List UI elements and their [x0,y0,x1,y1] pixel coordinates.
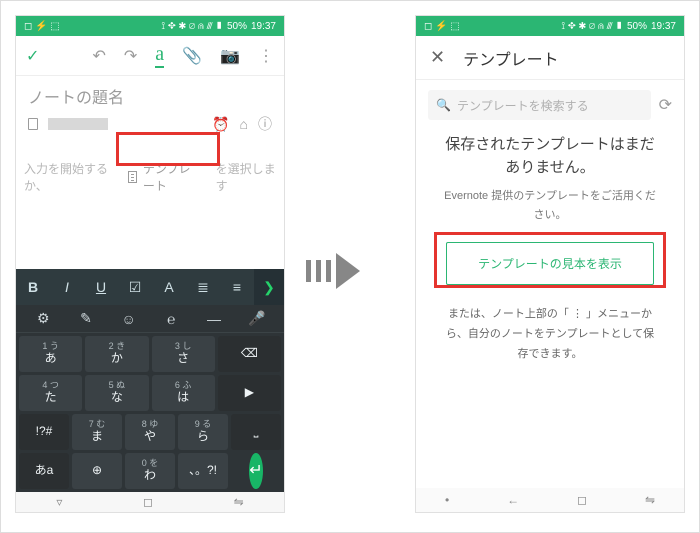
kbd-tool-mic[interactable]: 🎤 [235,310,278,327]
template-icon [128,171,137,183]
fmt-bullets[interactable]: ≣ [186,279,220,296]
search-icon: 🔍 [436,98,451,112]
more-icon[interactable]: ⋮ [258,46,274,66]
status-bar: ◻ ⚡ ⬚ ⟟ ✥ ✱ ⌀ ⋒ ⫻ ▮ 50% 19:37 [16,16,284,36]
fmt-underline[interactable]: U [84,279,118,295]
nav-back[interactable]: ← [507,493,519,507]
key-wa[interactable]: 0 をわ [125,453,175,489]
key-symbols[interactable]: !?# [19,414,69,450]
android-navbar: ▿ ◻ ⇋ [16,492,284,512]
kbd-rows: 1 うあ 2 きか 3 しさ ⌫ 4 つた 5 ぬな 6 ふは ▶ !?# 7 … [16,333,284,492]
kbd-tool-stylus[interactable]: ✎ [65,310,108,327]
key-globe[interactable]: ⊕ [72,453,122,489]
confirm-icon[interactable]: ✓ [26,46,39,66]
nav-recents[interactable]: ⇋ [234,495,244,509]
empty-state: 保存されたテンプレートはまだありません。 Evernote 提供のテンプレートを… [416,130,684,228]
hint-text: または、ノート上部の「 ⋮ 」メニューから、自分のノートをテンプレートとして保存… [416,299,684,370]
kbd-tool-predict[interactable]: ℮ [150,311,193,327]
key-enter[interactable]: ↵ [249,453,262,489]
tag-icon[interactable]: ⌂ [240,116,248,132]
status-bar: ◻ ⚡ ⬚ ⟟ ✥ ✱ ⌀ ⋒ ⫻ ▮ 50% 19:37 [416,16,684,36]
key-ka[interactable]: 2 きか [85,336,148,372]
status-left-icons: ◻ ⚡ ⬚ [424,21,460,32]
key-na[interactable]: 5 ぬな [85,375,148,411]
notebook-name-placeholder [48,118,108,130]
text-style-icon[interactable]: a [155,44,164,68]
redo-icon[interactable]: ↷ [124,46,137,66]
status-left-icons: ◻ ⚡ ⬚ [24,21,60,32]
format-bar: B I U ☑ A ≣ ≡ ❯ [16,269,284,305]
fmt-font[interactable]: A [152,279,186,295]
kbd-tool-settings[interactable]: ⚙ [22,310,65,327]
reminder-icon[interactable]: ⏰ [212,116,229,133]
key-mode[interactable]: あa [19,453,69,489]
android-navbar: • ← ◻ ⇋ [416,488,684,512]
fmt-checklist[interactable]: ☑ [118,279,152,296]
status-time: 19:37 [251,21,276,32]
phone-templates: ◻ ⚡ ⬚ ⟟ ✥ ✱ ⌀ ⋒ ⫻ ▮ 50% 19:37 ✕ テンプレート 🔍… [415,15,685,513]
templates-title: テンプレート [463,46,559,70]
status-battery: 50% [227,21,247,32]
template-chip[interactable]: テンプレート [120,156,209,198]
kbd-toolrow: ⚙ ✎ ☺ ℮ — 🎤 [16,305,284,333]
key-ha[interactable]: 6 ふは [152,375,215,411]
body-prefix: 入力を開始するか、 [24,160,114,194]
search-placeholder: テンプレートを検索する [457,97,589,114]
kbd-tool-dash[interactable]: — [193,311,236,327]
status-time: 19:37 [651,21,676,32]
key-backspace[interactable]: ⌫ [218,336,281,372]
key-a[interactable]: 1 うあ [19,336,82,372]
key-punct[interactable]: 、。?! [178,453,228,489]
fmt-italic[interactable]: I [50,279,84,295]
info-icon[interactable]: ⓘ [258,114,272,134]
template-chip-label: テンプレート [143,160,202,194]
status-battery: 50% [627,21,647,32]
key-next[interactable]: ▶ [218,375,281,411]
fmt-numbers[interactable]: ≡ [220,279,254,295]
fmt-more-icon[interactable]: ❯ [254,269,284,305]
key-space[interactable]: ⎵ [231,414,281,450]
key-ya[interactable]: 8 ゆや [125,414,175,450]
editor-body[interactable]: 入力を開始するか、 テンプレート を選択します [16,140,284,198]
refresh-icon[interactable]: ⟳ [659,95,672,115]
status-right-icons: ⟟ ✥ ✱ ⌀ ⋒ ⫻ ▮ [161,21,223,32]
empty-subtitle: Evernote 提供のテンプレートをご活用ください。 [440,187,660,224]
key-ma[interactable]: 7 むま [72,414,122,450]
nav-recents[interactable]: ⇋ [645,493,655,507]
note-title-area[interactable]: ノートの題名 ⏰ ⌂ ⓘ [16,76,284,140]
body-suffix: を選択します [216,160,276,194]
note-title-placeholder: ノートの題名 [28,84,272,108]
editor-toolbar: ✓ ↶ ↷ a 📎 📷 ⋮ [16,36,284,76]
search-input[interactable]: 🔍 テンプレートを検索する [428,90,651,120]
search-row: 🔍 テンプレートを検索する ⟳ [416,80,684,130]
nav-home[interactable]: ◻ [143,495,153,509]
show-samples-button[interactable]: テンプレートの見本を表示 [446,242,654,285]
phone-editor: ◻ ⚡ ⬚ ⟟ ✥ ✱ ⌀ ⋒ ⫻ ▮ 50% 19:37 ✓ ↶ ↷ a 📎 … [15,15,285,513]
key-enter-wrap: ↵ [231,453,281,489]
nav-home[interactable]: ◻ [577,493,587,507]
key-ra[interactable]: 9 るら [178,414,228,450]
keyboard: ⚙ ✎ ☺ ℮ — 🎤 1 うあ 2 きか 3 しさ ⌫ 4 つた 5 ぬな 6… [16,305,284,492]
undo-icon[interactable]: ↶ [92,46,105,66]
sample-button-wrap: テンプレートの見本を表示 [416,228,684,299]
notebook-icon[interactable] [28,118,38,130]
fmt-bold[interactable]: B [16,279,50,295]
templates-header: ✕ テンプレート [416,36,684,80]
close-icon[interactable]: ✕ [430,47,445,68]
key-sa[interactable]: 3 しさ [152,336,215,372]
transition-arrow [306,249,406,293]
nav-dot[interactable]: • [445,493,449,507]
kbd-tool-emoji[interactable]: ☺ [107,311,150,327]
empty-title: 保存されたテンプレートはまだありません。 [440,134,660,179]
nav-back[interactable]: ▿ [56,495,62,509]
status-right-icons: ⟟ ✥ ✱ ⌀ ⋒ ⫻ ▮ [561,21,623,32]
key-ta[interactable]: 4 つた [19,375,82,411]
attach-icon[interactable]: 📎 [182,46,202,66]
camera-icon[interactable]: 📷 [220,46,240,66]
